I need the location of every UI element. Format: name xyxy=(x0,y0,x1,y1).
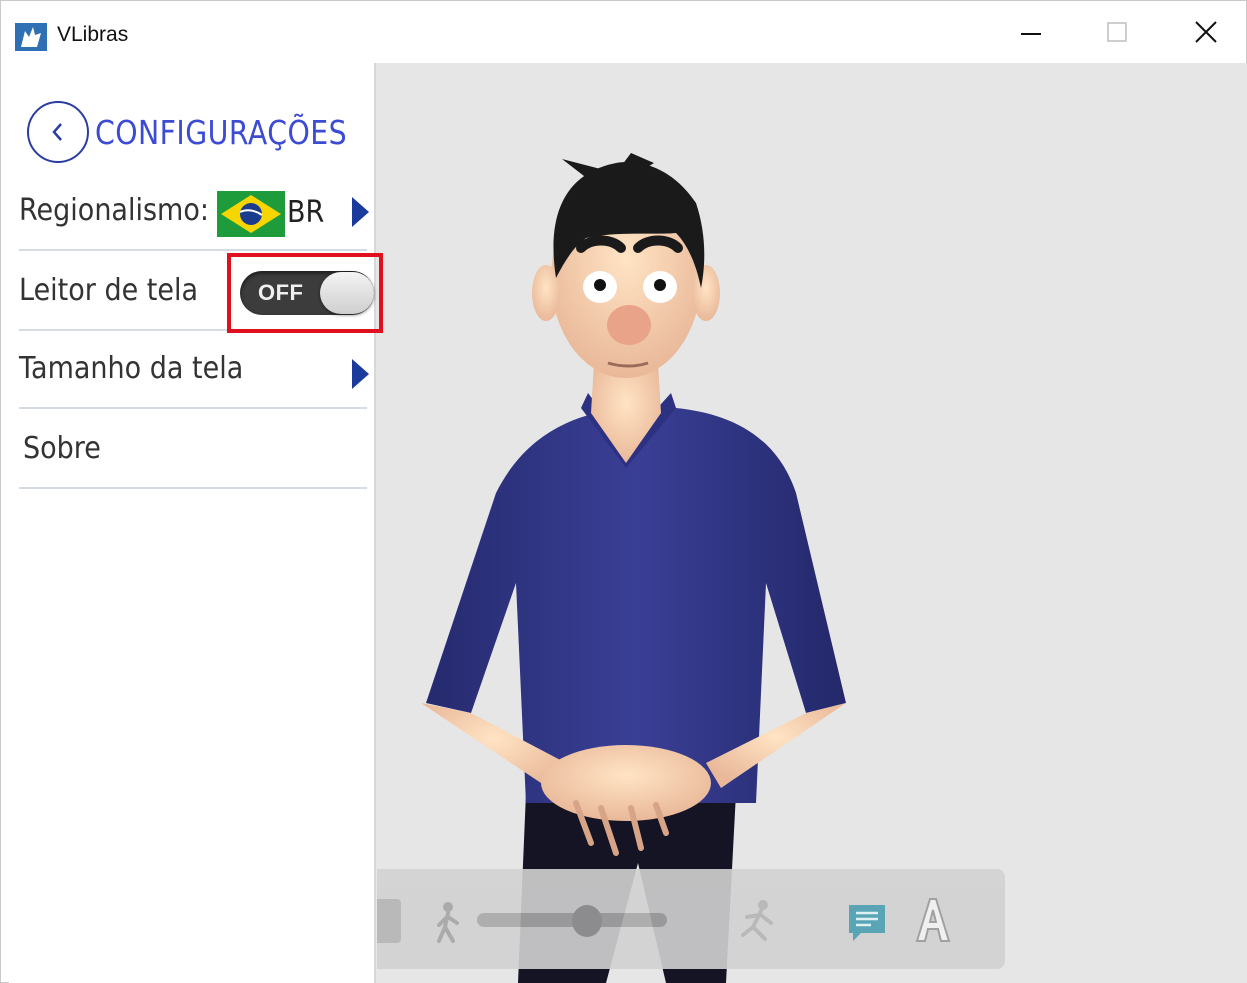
settings-title: CONFIGURAÇÕES xyxy=(95,112,348,152)
sign-language-avatar xyxy=(421,153,846,983)
playback-control-bar xyxy=(377,869,1005,969)
leitor-de-tela-label: Leitor de tela xyxy=(19,273,199,308)
text-icon[interactable] xyxy=(913,895,953,945)
settings-header: CONFIGURAÇÕES xyxy=(27,101,388,163)
menu-item-tamanho-da-tela[interactable]: Tamanho da tela xyxy=(19,331,369,409)
back-chevron-icon xyxy=(52,123,62,141)
app-window: VLibras CONFIGURAÇÕES Regionalismo: BR L… xyxy=(0,0,1247,983)
maximize-button[interactable] xyxy=(1072,1,1162,63)
back-button[interactable] xyxy=(27,101,89,163)
slow-walk-icon[interactable] xyxy=(433,901,463,945)
subtitle-icon[interactable] xyxy=(847,903,887,943)
avatar-stage xyxy=(376,63,1247,983)
brazil-flag-icon xyxy=(217,191,285,237)
title-bar[interactable]: VLibras xyxy=(1,1,1246,63)
regionalismo-label: Regionalismo: xyxy=(19,193,209,228)
stop-button[interactable] xyxy=(377,899,401,943)
screen-reader-toggle[interactable]: OFF xyxy=(240,271,374,315)
chevron-right-icon xyxy=(352,197,369,227)
fast-run-icon[interactable] xyxy=(737,899,777,945)
menu-item-regionalismo[interactable]: Regionalismo: BR xyxy=(19,173,369,251)
settings-sidebar: CONFIGURAÇÕES Regionalismo: BR Leitor de… xyxy=(9,63,383,983)
speed-slider-knob[interactable] xyxy=(572,905,602,937)
chevron-right-icon xyxy=(352,359,369,389)
region-value: BR xyxy=(287,195,325,230)
toggle-state-label: OFF xyxy=(258,280,304,305)
maximize-icon xyxy=(1107,22,1127,42)
window-title: VLibras xyxy=(57,23,129,46)
sobre-label: Sobre xyxy=(23,431,101,466)
vlibras-logo-icon xyxy=(15,23,47,51)
minimize-icon xyxy=(1021,33,1041,35)
tamanho-da-tela-label: Tamanho da tela xyxy=(19,351,244,386)
close-button[interactable] xyxy=(1161,1,1247,63)
minimize-button[interactable] xyxy=(986,1,1076,63)
menu-item-leitor-de-tela: Leitor de tela OFF xyxy=(19,253,383,333)
close-icon xyxy=(1195,21,1217,43)
menu-item-sobre[interactable]: Sobre xyxy=(19,411,367,489)
toggle-knob[interactable] xyxy=(320,272,374,314)
